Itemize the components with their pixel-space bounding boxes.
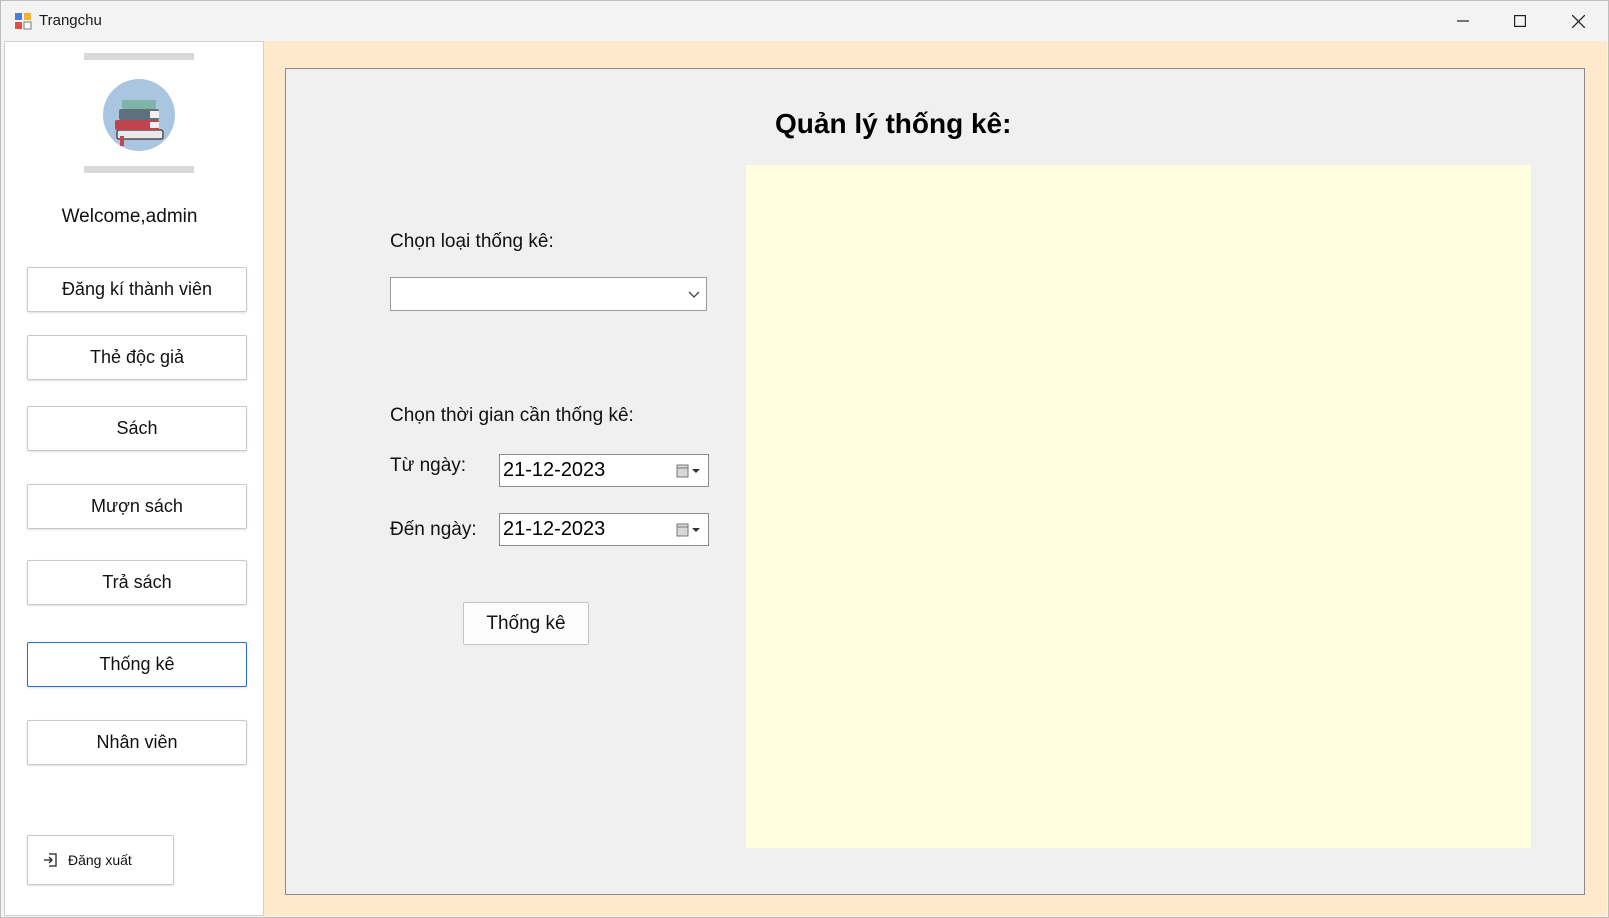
stat-type-dropdown[interactable]	[390, 277, 707, 311]
statistics-button[interactable]: Thống kê	[27, 642, 247, 687]
divider	[84, 166, 194, 173]
button-label: Thống kê	[99, 654, 175, 674]
app-window: Trangchu Welcome,admin Đăng kí thành viê…	[0, 0, 1609, 918]
chevron-down-icon	[688, 291, 700, 298]
stat-type-label: Chọn loại thống kê:	[390, 231, 554, 252]
from-date-picker[interactable]: 21-12-2023	[499, 454, 709, 487]
run-statistics-button[interactable]: Thống kê	[463, 602, 589, 645]
app-icon	[14, 12, 32, 30]
calendar-icon[interactable]	[676, 523, 702, 537]
button-label: Đăng kí thành viên	[61, 279, 213, 299]
books-avatar-icon	[102, 78, 176, 152]
welcome-text: Welcome,admin	[61, 206, 198, 227]
divider	[84, 53, 194, 60]
to-date-label: Đến ngày:	[390, 519, 477, 540]
logout-button[interactable]: Đăng xuất	[27, 835, 174, 885]
minimize-button[interactable]	[1434, 1, 1492, 41]
button-label: Nhân viên	[96, 732, 178, 752]
button-label: Mượn sách	[91, 496, 183, 516]
to-date-value: 21-12-2023	[503, 518, 606, 540]
page-title: Quản lý thống kê:	[775, 108, 1012, 139]
borrow-book-button[interactable]: Mượn sách	[27, 484, 247, 529]
from-date-label: Từ ngày:	[390, 455, 467, 476]
button-label: Thống kê	[486, 612, 566, 634]
return-book-button[interactable]: Trả sách	[27, 560, 247, 605]
register-member-button[interactable]: Đăng kí thành viên	[27, 267, 247, 312]
close-icon	[1571, 14, 1585, 28]
button-label: Sách	[116, 418, 158, 438]
logout-icon	[44, 853, 57, 867]
minimize-icon	[1457, 20, 1469, 22]
to-date-picker[interactable]: 21-12-2023	[499, 513, 709, 546]
maximize-icon	[1514, 15, 1526, 27]
time-range-label: Chọn thời gian cần thống kê:	[390, 405, 634, 426]
staff-button[interactable]: Nhân viên	[27, 720, 247, 765]
reader-card-button[interactable]: Thẻ độc giả	[27, 335, 247, 380]
logout-label: Đăng xuất	[68, 852, 132, 868]
chart-area	[746, 165, 1531, 848]
title-bar: Trangchu	[1, 1, 1608, 41]
books-button[interactable]: Sách	[27, 406, 247, 451]
from-date-value: 21-12-2023	[503, 459, 606, 481]
window-title: Trangchu	[39, 12, 102, 29]
close-button[interactable]	[1549, 1, 1607, 41]
calendar-icon[interactable]	[676, 464, 702, 478]
statistics-panel: Quản lý thống kê: Chọn loại thống kê: Ch…	[285, 68, 1585, 895]
content-area: Quản lý thống kê: Chọn loại thống kê: Ch…	[264, 41, 1607, 916]
button-label: Thẻ độc giả	[89, 347, 185, 367]
button-label: Trả sách	[102, 572, 172, 592]
maximize-button[interactable]	[1491, 1, 1549, 41]
sidebar: Welcome,admin Đăng kí thành viên Thẻ độc…	[4, 41, 264, 916]
